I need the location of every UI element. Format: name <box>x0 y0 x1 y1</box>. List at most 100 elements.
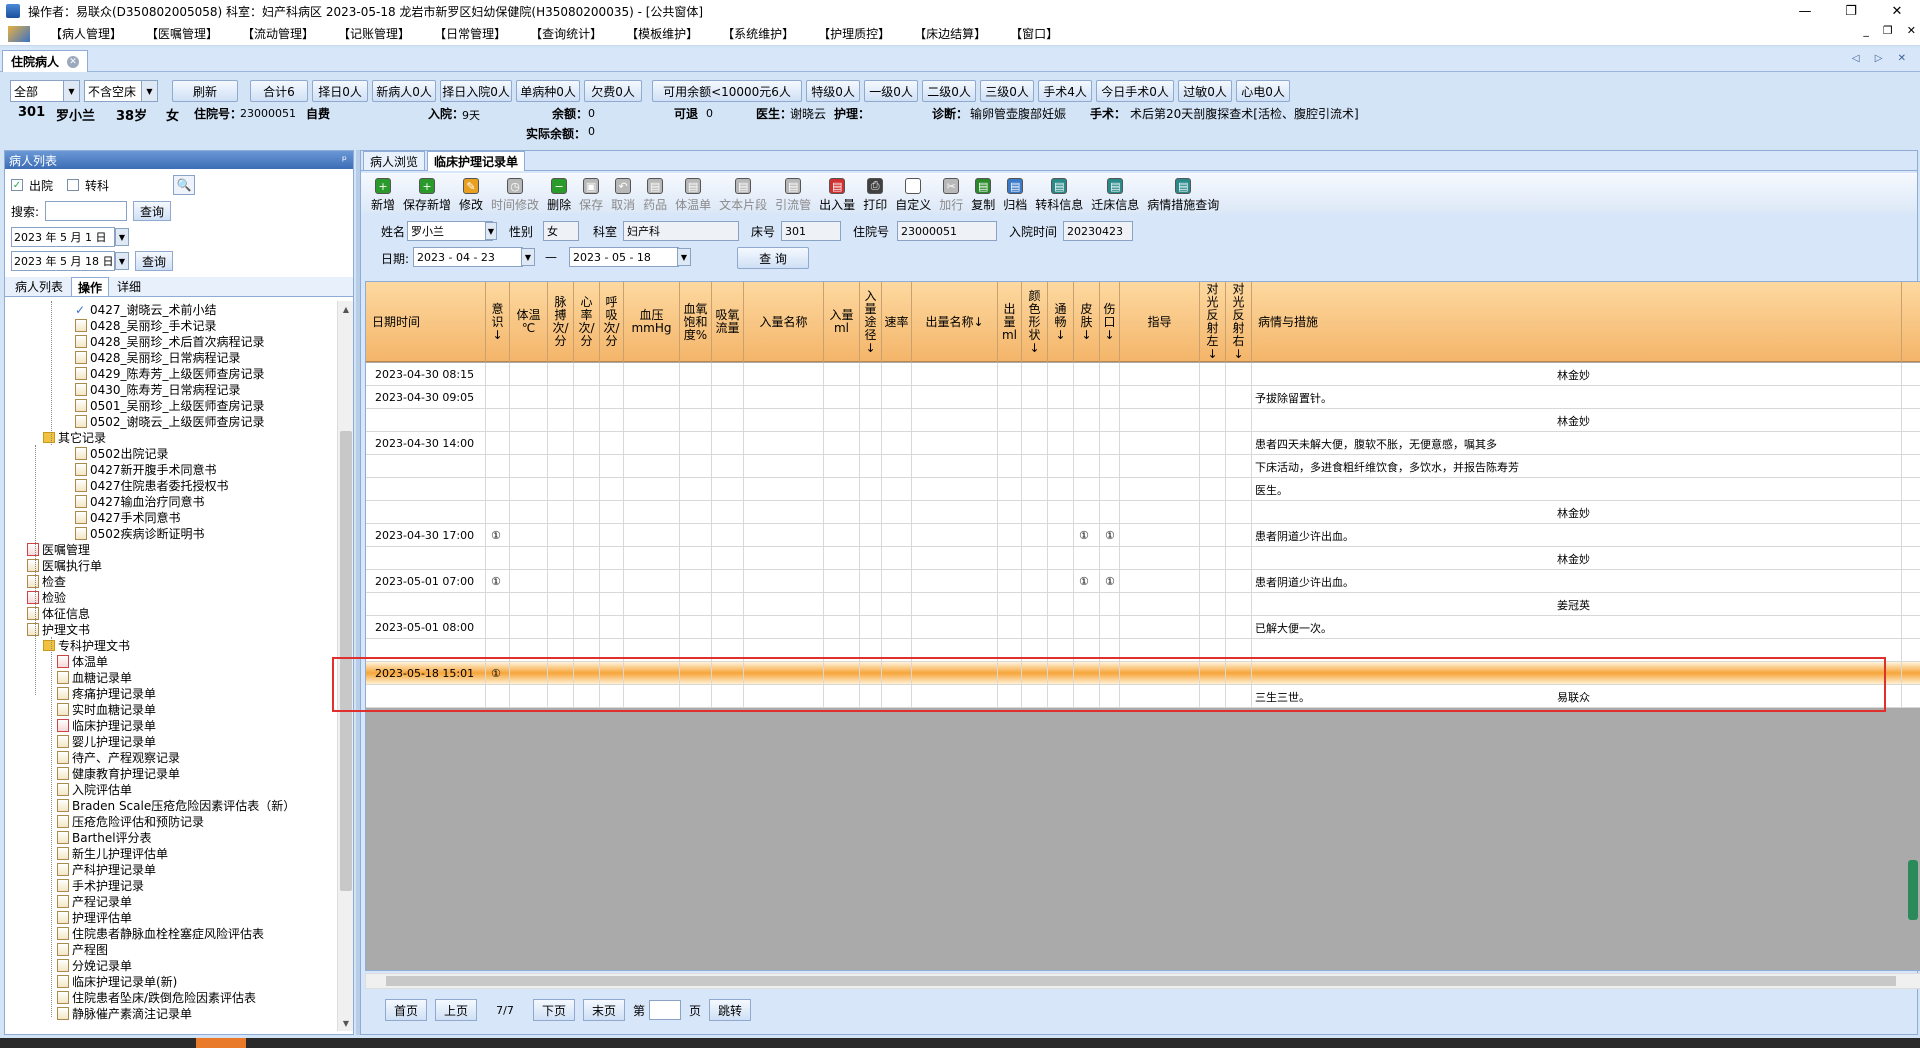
toolbar-button-7[interactable]: ▤ 药品 <box>639 178 671 213</box>
date-to-field[interactable]: 2023 - 05 - 18 <box>569 247 679 267</box>
menu-daily[interactable]: 【日常管理】 <box>422 25 518 42</box>
tab-details[interactable]: 详细 <box>111 277 147 296</box>
tree-node[interactable]: 0502出院记录 <box>75 445 169 461</box>
date-to-input[interactable]: 2023 年 5 月 18 日 <box>11 251 115 271</box>
tree-node[interactable]: 医嘱执行单 <box>27 557 102 573</box>
tree-node[interactable]: 临床护理记录单(新) <box>57 973 177 989</box>
toolbar-button-12[interactable]: ⎙ 打印 <box>859 178 891 213</box>
grid-column-header[interactable]: 意识↓ <box>486 282 510 362</box>
search-input[interactable] <box>45 201 128 221</box>
grid-column-header[interactable]: 血压 mmHg <box>624 282 680 362</box>
grid-column-header[interactable]: 入量名称 <box>744 282 824 362</box>
tab-patient-list[interactable]: 病人列表 <box>9 277 69 296</box>
tree-node[interactable]: 住院患者静脉血栓栓塞症风险评估表 <box>57 925 264 941</box>
menu-flow[interactable]: 【流动管理】 <box>230 25 326 42</box>
tab-nav-arrows[interactable]: ◁ ▷ ✕ <box>1852 53 1912 64</box>
menu-patient[interactable]: 【病人管理】 <box>38 25 134 42</box>
grid-column-header[interactable]: 伤口↓ <box>1100 282 1120 362</box>
grid-column-header[interactable]: 脉搏 次/分 <box>548 282 574 362</box>
tab-clinical-nursing-record[interactable]: 临床护理记录单 <box>427 151 526 171</box>
tree-node[interactable]: 实时血糖记录单 <box>57 701 156 717</box>
allergy-button[interactable]: 过敏0人 <box>1178 80 1232 102</box>
tree-node[interactable]: 0428_吴丽珍_术后首次病程记录 <box>75 333 265 349</box>
new-patient-button[interactable]: 新病人0人 <box>372 80 436 102</box>
today-surgery-button[interactable]: 今日手术0人 <box>1096 80 1174 102</box>
page-number-input[interactable] <box>649 1000 682 1020</box>
toolbar-button-1[interactable]: + 保存新增 <box>399 178 455 213</box>
jump-button[interactable]: 跳转 <box>709 999 752 1021</box>
menu-billing[interactable]: 【记账管理】 <box>326 25 422 42</box>
tree-node[interactable]: 0428_吴丽珍_日常病程记录 <box>75 349 241 365</box>
tree-node[interactable]: 健康教育护理记录单 <box>57 765 180 781</box>
search-icon[interactable]: 🔍 <box>173 175 196 195</box>
tree-node[interactable]: 0429_陈寿芳_上级医师查房记录 <box>75 365 265 381</box>
tree-node[interactable]: 0502疾病诊断证明书 <box>75 525 205 541</box>
scheduled-button[interactable]: 择日0人 <box>312 80 368 102</box>
tree-node[interactable]: 专科护理文书 <box>43 637 130 653</box>
scroll-down-icon[interactable]: ▼ <box>338 1015 354 1031</box>
tree-node[interactable]: 0427住院患者委托授权书 <box>75 477 229 493</box>
toolbar-button-15[interactable]: ▤ 复制 <box>967 178 999 213</box>
menu-system[interactable]: 【系统维护】 <box>710 25 806 42</box>
single-disease-button[interactable]: 单病种0人 <box>516 80 580 102</box>
special-level-button[interactable]: 特级0人 <box>806 80 860 102</box>
balance-filter-button[interactable]: 可用余额<10000元6人 <box>652 80 802 102</box>
grid-column-header[interactable]: 对光反射右↓ <box>1226 282 1252 362</box>
toolbar-button-17[interactable]: ▤ 转科信息 <box>1031 178 1087 213</box>
tree-node[interactable]: 0502_谢晓云_上级医师查房记录 <box>75 413 265 429</box>
maximize-button[interactable]: ❐ <box>1828 0 1874 22</box>
toolbar-button-2[interactable]: ✎ 修改 <box>455 178 487 213</box>
level2-button[interactable]: 二级0人 <box>922 80 976 102</box>
chevron-down-icon[interactable]: ▼ <box>521 248 535 266</box>
chevron-down-icon[interactable]: ▼ <box>115 228 129 246</box>
tree-node[interactable]: 体温单 <box>57 653 108 669</box>
first-page-button[interactable]: 首页 <box>385 999 427 1021</box>
tree-node[interactable]: 检验 <box>27 589 66 605</box>
mdi-restore-button[interactable]: ❐ <box>1883 24 1893 37</box>
close-tab-icon[interactable]: ✕ <box>67 55 80 68</box>
tree-node[interactable]: 产科护理记录单 <box>57 861 156 877</box>
grid-column-header[interactable]: 速率 <box>882 282 912 362</box>
menu-orders[interactable]: 【医嘱管理】 <box>134 25 230 42</box>
menu-window[interactable]: 【窗口】 <box>998 25 1070 42</box>
tree-node[interactable]: Barthel评分表 <box>57 829 152 845</box>
toolbar-button-13[interactable]: ▯ 自定义 <box>891 178 935 213</box>
next-page-button[interactable]: 下页 <box>533 999 575 1021</box>
tree-node[interactable]: Braden Scale压疮危险因素评估表（新） <box>57 797 295 813</box>
tab-operations[interactable]: 操作 <box>71 277 110 296</box>
tree-node[interactable]: 新生儿护理评估单 <box>57 845 168 861</box>
toolbar-button-16[interactable]: ▤ 归档 <box>999 178 1031 213</box>
date-query-button[interactable]: 查询 <box>135 251 174 271</box>
minimize-button[interactable]: — <box>1782 0 1828 22</box>
tab-inpatients[interactable]: 住院病人 ✕ <box>2 50 89 72</box>
toolbar-button-10[interactable]: ▤ 引流管 <box>771 178 815 213</box>
tree-node[interactable]: 住院患者坠床/跌倒危险因素评估表 <box>57 989 256 1005</box>
tree-node[interactable]: 临床护理记录单 <box>57 717 156 733</box>
tree-node[interactable]: 护理评估单 <box>57 909 132 925</box>
tree-node[interactable]: 产程图 <box>57 941 108 957</box>
grid-column-header[interactable]: 皮肤↓ <box>1074 282 1100 362</box>
last-page-button[interactable]: 末页 <box>583 999 625 1021</box>
grid-column-header[interactable]: 病情与措施 <box>1252 282 1902 362</box>
chevron-down-icon[interactable]: ▼ <box>677 248 691 266</box>
toolbar-button-5[interactable]: ▣ 保存 <box>575 178 607 213</box>
mdi-close-button[interactable]: ✕ <box>1907 24 1916 37</box>
toolbar-button-8[interactable]: ▤ 体温单 <box>671 178 715 213</box>
pin-icon[interactable]: ᵖ <box>342 153 347 167</box>
toolbar-button-0[interactable]: + 新增 <box>367 178 399 213</box>
chevron-down-icon[interactable]: ▼ <box>485 222 497 240</box>
grid-column-header[interactable]: 吸氧流量 <box>712 282 744 362</box>
grid-column-header[interactable]: 入量 ml <box>824 282 860 362</box>
arrears-button[interactable]: 欠费0人 <box>584 80 642 102</box>
grid-column-header[interactable]: 日期时间 <box>366 282 486 362</box>
tree-node[interactable]: 0428_吴丽珍_手术记录 <box>75 317 217 333</box>
tree-node[interactable]: 入院评估单 <box>57 781 132 797</box>
tree-node[interactable]: 检查 <box>27 573 66 589</box>
date-from-field[interactable]: 2023 - 04 - 23 <box>413 247 523 267</box>
toolbar-button-18[interactable]: ▤ 迁床信息 <box>1087 178 1143 213</box>
grid-column-header[interactable]: 心率 次/分 <box>574 282 600 362</box>
surgery-button[interactable]: 手术4人 <box>1038 80 1092 102</box>
tree-node[interactable]: 其它记录 <box>43 429 106 445</box>
tree-node[interactable]: 0427输血治疗同意书 <box>75 493 205 509</box>
tree-node[interactable]: 0430_陈寿芳_日常病程记录 <box>75 381 241 397</box>
